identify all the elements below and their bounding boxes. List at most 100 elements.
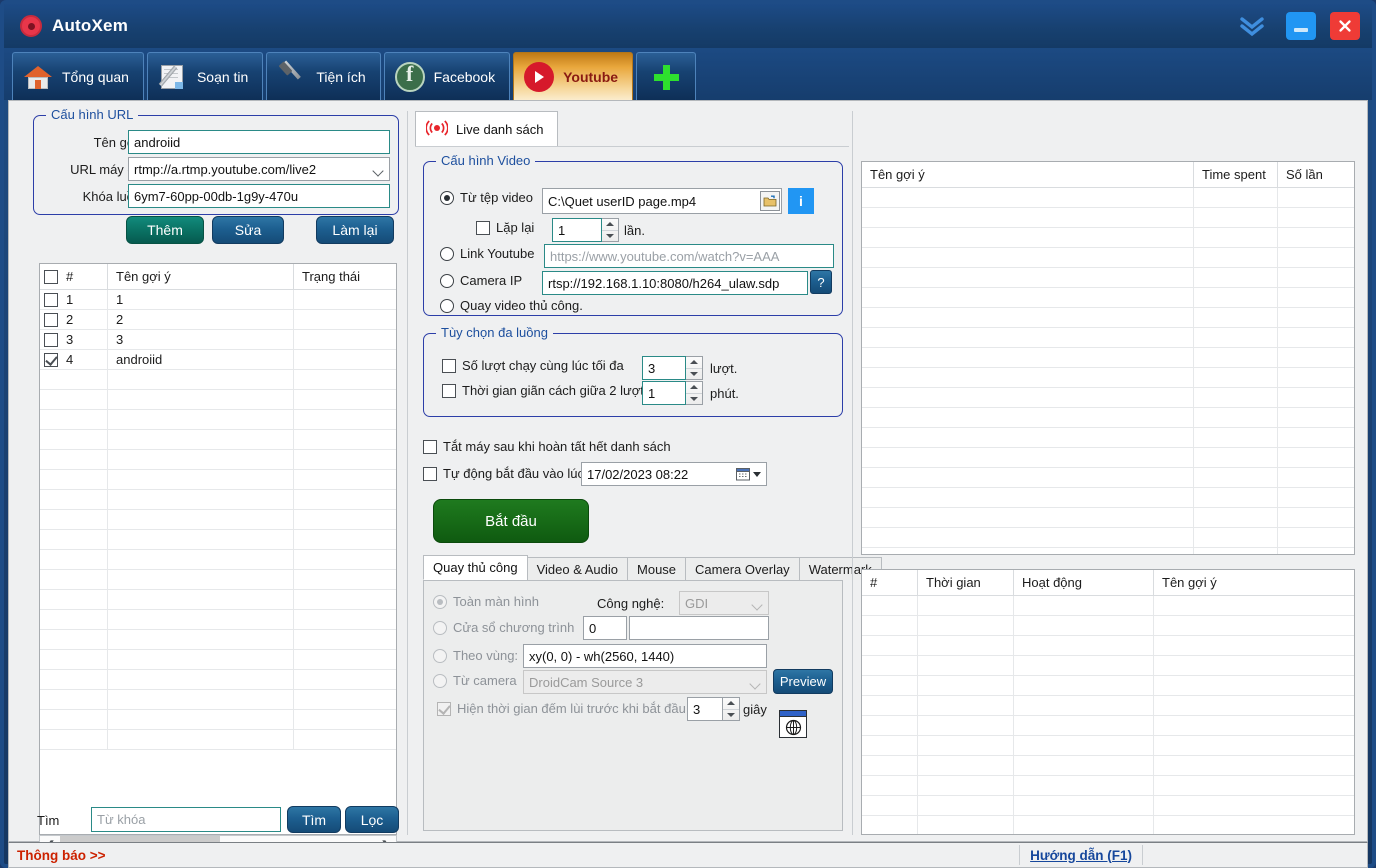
table-row-empty[interactable] — [862, 656, 1354, 676]
table-row-empty[interactable] — [40, 410, 396, 430]
table-row-empty[interactable] — [862, 248, 1354, 268]
table-row[interactable]: 11 — [40, 290, 396, 310]
max-concurrent-checkbox[interactable] — [442, 358, 456, 373]
tab-tong-quan[interactable]: Tổng quan — [12, 52, 144, 100]
them-button[interactable]: Thêm — [126, 216, 204, 244]
table-row-empty[interactable] — [40, 610, 396, 630]
table-row-empty[interactable] — [862, 548, 1354, 554]
table-row-empty[interactable] — [862, 756, 1354, 776]
folder-open-icon[interactable] — [760, 191, 780, 211]
table-row-empty[interactable] — [862, 228, 1354, 248]
table-row-empty[interactable] — [862, 268, 1354, 288]
lam-lai-button[interactable]: Làm lại — [316, 216, 394, 244]
stats-table[interactable]: Tên gợi ý Time spent Số lần — [861, 161, 1355, 555]
radio-cua-so-chuong-trinh[interactable]: Cửa sổ chương trình — [433, 620, 574, 635]
table-row-empty[interactable] — [40, 690, 396, 710]
search-input[interactable]: Từ khóa — [91, 807, 281, 832]
table-row-empty[interactable] — [40, 590, 396, 610]
table-row-empty[interactable] — [862, 488, 1354, 508]
table-row-empty[interactable] — [40, 470, 396, 490]
camera-combo[interactable]: DroidCam Source 3 — [523, 670, 767, 694]
table-row-empty[interactable] — [40, 450, 396, 470]
lap-lai-input[interactable]: 1 — [552, 218, 602, 242]
interval-input[interactable]: 1 — [642, 381, 686, 405]
countdown-input[interactable]: 3 — [687, 697, 723, 721]
lap-lai-spinner[interactable] — [602, 218, 619, 242]
radio-link-youtube[interactable]: Link Youtube — [440, 246, 534, 261]
technology-combo[interactable]: GDI — [679, 591, 769, 615]
table-row-empty[interactable] — [40, 570, 396, 590]
table-row-empty[interactable] — [862, 776, 1354, 796]
table-row-empty[interactable] — [862, 388, 1354, 408]
radio-indicator[interactable] — [433, 620, 447, 635]
table-row-empty[interactable] — [40, 490, 396, 510]
khoa-luong-input[interactable]: 6ym7-60pp-00db-1g9y-470u — [128, 184, 390, 208]
row-checkbox[interactable] — [44, 332, 58, 347]
table-row-empty[interactable] — [40, 630, 396, 650]
table-row-empty[interactable] — [40, 370, 396, 390]
table-row-empty[interactable] — [862, 288, 1354, 308]
window-picker-icon[interactable] — [779, 710, 807, 738]
table-row-empty[interactable] — [862, 508, 1354, 528]
radio-indicator[interactable] — [440, 298, 454, 313]
radio-indicator[interactable] — [440, 190, 454, 205]
countdown-spinner[interactable] — [723, 697, 740, 721]
spinner-down-icon[interactable] — [602, 229, 618, 242]
spinner-up-icon[interactable] — [686, 357, 702, 368]
table-row-empty[interactable] — [40, 390, 396, 410]
info-icon[interactable]: i — [788, 188, 814, 214]
lap-lai-checkbox[interactable] — [476, 220, 490, 235]
table-row-empty[interactable] — [862, 308, 1354, 328]
select-all-checkbox[interactable] — [44, 269, 58, 284]
spinner-up-icon[interactable] — [686, 382, 702, 393]
countdown-checkbox[interactable] — [437, 701, 451, 716]
table-row[interactable]: 33 — [40, 330, 396, 350]
camera-ip-input[interactable]: rtsp://192.168.1.10:8080/h264_ulaw.sdp — [542, 271, 808, 295]
radio-indicator[interactable] — [440, 246, 454, 261]
tab-soan-tin[interactable]: Soạn tin — [146, 52, 264, 100]
max-concurrent-input[interactable]: 3 — [642, 356, 686, 380]
ten-goi-y-input[interactable]: androiid — [128, 130, 390, 154]
start-button[interactable]: Bắt đầu — [433, 499, 589, 543]
youtube-link-input[interactable]: https://www.youtube.com/watch?v=AAA — [544, 244, 834, 268]
table-row-empty[interactable] — [862, 716, 1354, 736]
tab-mouse[interactable]: Mouse — [627, 557, 687, 580]
spinner-down-icon[interactable] — [686, 367, 702, 380]
shutdown-checkbox-row[interactable]: Tắt máy sau khi hoàn tất hết danh sách — [423, 439, 671, 454]
window-prog-title-input[interactable] — [629, 616, 769, 640]
table-row-empty[interactable] — [862, 188, 1354, 208]
tab-tien-ich[interactable]: Tiện ích — [266, 52, 381, 100]
table-row-empty[interactable] — [862, 736, 1354, 756]
radio-toan-man-hinh[interactable]: Toàn màn hình — [433, 594, 539, 609]
filter-button[interactable]: Lọc — [345, 806, 399, 833]
region-input[interactable]: xy(0, 0) - wh(2560, 1440) — [523, 644, 767, 668]
table-row[interactable]: 4 androiid — [40, 350, 396, 370]
table-row-empty[interactable] — [40, 510, 396, 530]
spinner-up-icon[interactable] — [602, 219, 618, 230]
interval-checkbox[interactable] — [442, 383, 456, 398]
radio-camera-ip[interactable]: Camera IP — [440, 273, 522, 288]
table-row[interactable]: 22 — [40, 310, 396, 330]
autostart-checkbox[interactable] — [423, 466, 437, 481]
radio-theo-vung[interactable]: Theo vùng: — [433, 648, 518, 663]
table-row-empty[interactable] — [862, 636, 1354, 656]
tab-facebook[interactable]: Facebook — [383, 52, 511, 100]
close-button[interactable] — [1330, 12, 1360, 40]
radio-quay-video-thu-cong[interactable]: Quay video thủ công. — [440, 298, 583, 313]
row-checkbox[interactable] — [44, 312, 58, 327]
help-link[interactable]: Hướng dẫn (F1) — [1020, 848, 1142, 863]
table-row-empty[interactable] — [862, 596, 1354, 616]
table-row-empty[interactable] — [862, 428, 1354, 448]
countdown-checkbox-row[interactable]: Hiện thời gian đếm lùi trước khi bắt đầu — [437, 701, 686, 716]
tab-live-danh-sach[interactable]: Live danh sách — [415, 111, 559, 147]
table-row-empty[interactable] — [862, 816, 1354, 834]
max-concurrent-spinner[interactable] — [686, 356, 703, 380]
autostart-datetime-input[interactable]: 17/02/2023 08:22 — [581, 462, 767, 486]
table-row-empty[interactable] — [862, 796, 1354, 816]
table-row-empty[interactable] — [862, 448, 1354, 468]
table-row-empty[interactable] — [40, 550, 396, 570]
find-button[interactable]: Tìm — [287, 806, 341, 833]
table-row-empty[interactable] — [40, 530, 396, 550]
tab-youtube[interactable]: Youtube — [513, 52, 634, 100]
lap-lai-checkbox-row[interactable]: Lặp lại — [476, 220, 534, 235]
